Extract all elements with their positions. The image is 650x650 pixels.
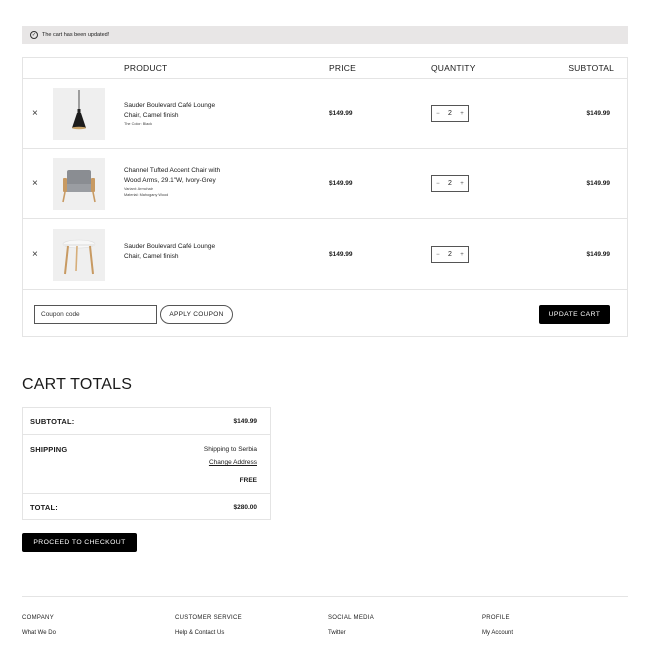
item-price: $149.99 [329, 110, 353, 117]
product-material: Material: Mahogany Wood [124, 193, 169, 197]
cart-totals-title: CART TOTALS [22, 376, 133, 393]
quantity-stepper[interactable]: − 2 + [431, 246, 469, 263]
total-label: TOTAL: [30, 503, 58, 512]
footer-link[interactable]: Twitter [328, 630, 374, 636]
increase-quantity-button[interactable]: + [460, 252, 464, 258]
footer-column-customer-service: CUSTOMER SERVICE Help & Contact Us [175, 615, 242, 645]
item-price: $149.99 [329, 251, 353, 258]
product-variant: The Color: Black [124, 122, 153, 126]
subtotal-label: SUBTOTAL: [30, 417, 75, 426]
product-name[interactable]: Sauder Boulevard Café Lounge Chair, Came… [124, 242, 244, 262]
decrease-quantity-button[interactable]: − [436, 252, 440, 258]
header-quantity: QUANTITY [431, 63, 476, 73]
footer-heading: PROFILE [482, 615, 510, 621]
cart-updated-notice: ✓ The cart has been updated! [22, 26, 628, 44]
coupon-code-input[interactable] [34, 305, 157, 324]
increase-quantity-button[interactable]: + [460, 111, 464, 117]
quantity-stepper[interactable]: − 2 + [431, 175, 469, 192]
footer-link[interactable]: My Account [482, 630, 513, 636]
armchair-image[interactable] [53, 158, 105, 210]
shipping-destination: Shipping to Serbia [203, 446, 257, 453]
pendant-lamp-image[interactable] [53, 88, 105, 140]
total-value: $280.00 [233, 504, 258, 511]
quantity-value[interactable]: 2 [448, 110, 452, 117]
footer-heading: COMPANY [22, 615, 54, 621]
subtotal-value: $149.99 [233, 418, 258, 425]
increase-quantity-button[interactable]: + [460, 181, 464, 187]
remove-item-button[interactable]: × [32, 108, 38, 119]
product-name[interactable]: Channel Tufted Accent Chair with Wood Ar… [124, 166, 244, 198]
footer-link[interactable]: What We Do [22, 630, 56, 636]
cart-item-row: × Sauder Boulevard Café Lounge Chair, Ca… [23, 220, 627, 290]
header-price: PRICE [329, 63, 356, 73]
item-subtotal: $149.99 [586, 180, 611, 187]
apply-coupon-button[interactable]: APPLY COUPON [160, 305, 233, 324]
shipping-value: FREE [239, 477, 257, 484]
notice-text: The cart has been updated! [42, 32, 110, 38]
footer-column-social-media: SOCIAL MEDIA Twitter [328, 615, 374, 645]
product-name[interactable]: Sauder Boulevard Café Lounge Chair, Came… [124, 101, 244, 127]
update-cart-button[interactable]: UPDATE CART [539, 305, 610, 324]
item-subtotal: $149.99 [586, 110, 611, 117]
remove-item-button[interactable]: × [32, 249, 38, 260]
proceed-to-checkout-button[interactable]: PROCEED TO CHECKOUT [22, 533, 137, 552]
shipping-row: SHIPPING Shipping to Serbia Change Addre… [23, 435, 270, 494]
quantity-value[interactable]: 2 [448, 180, 452, 187]
header-product: PRODUCT [124, 63, 168, 73]
header-subtotal: SUBTOTAL [568, 63, 614, 73]
cart-table-header: PRODUCT PRICE QUANTITY SUBTOTAL [23, 58, 627, 79]
decrease-quantity-button[interactable]: − [436, 111, 440, 117]
quantity-value[interactable]: 2 [448, 251, 452, 258]
footer-heading: SOCIAL MEDIA [328, 615, 375, 621]
decrease-quantity-button[interactable]: − [436, 181, 440, 187]
quantity-stepper[interactable]: − 2 + [431, 105, 469, 122]
remove-item-button[interactable]: × [32, 178, 38, 189]
footer-column-profile: PROFILE My Account [482, 615, 513, 645]
cart-totals-table: SUBTOTAL: $149.99 SHIPPING Shipping to S… [22, 407, 271, 520]
footer-link[interactable]: Help & Contact Us [175, 630, 242, 636]
check-circle-icon: ✓ [30, 31, 38, 39]
footer-heading: CUSTOMER SERVICE [175, 615, 242, 621]
cart-table: PRODUCT PRICE QUANTITY SUBTOTAL × Sauder… [22, 57, 628, 337]
item-price: $149.99 [329, 180, 353, 187]
change-address-link[interactable]: Change Address [209, 459, 257, 466]
footer-column-company: COMPANY What We Do [22, 615, 56, 645]
cart-item-row: × Sauder Boulevard Café Lounge Chair, Ca… [23, 79, 627, 149]
cart-actions: APPLY COUPON UPDATE CART [23, 291, 627, 337]
footer-divider [22, 596, 628, 597]
side-table-image[interactable] [53, 229, 105, 281]
subtotal-row: SUBTOTAL: $149.99 [23, 408, 270, 435]
cart-item-row: × Channel Tufted Accent Chair with Wood … [23, 149, 627, 219]
shipping-label: SHIPPING [30, 445, 68, 454]
total-row: TOTAL: $280.00 [23, 494, 270, 520]
item-subtotal: $149.99 [586, 251, 611, 258]
